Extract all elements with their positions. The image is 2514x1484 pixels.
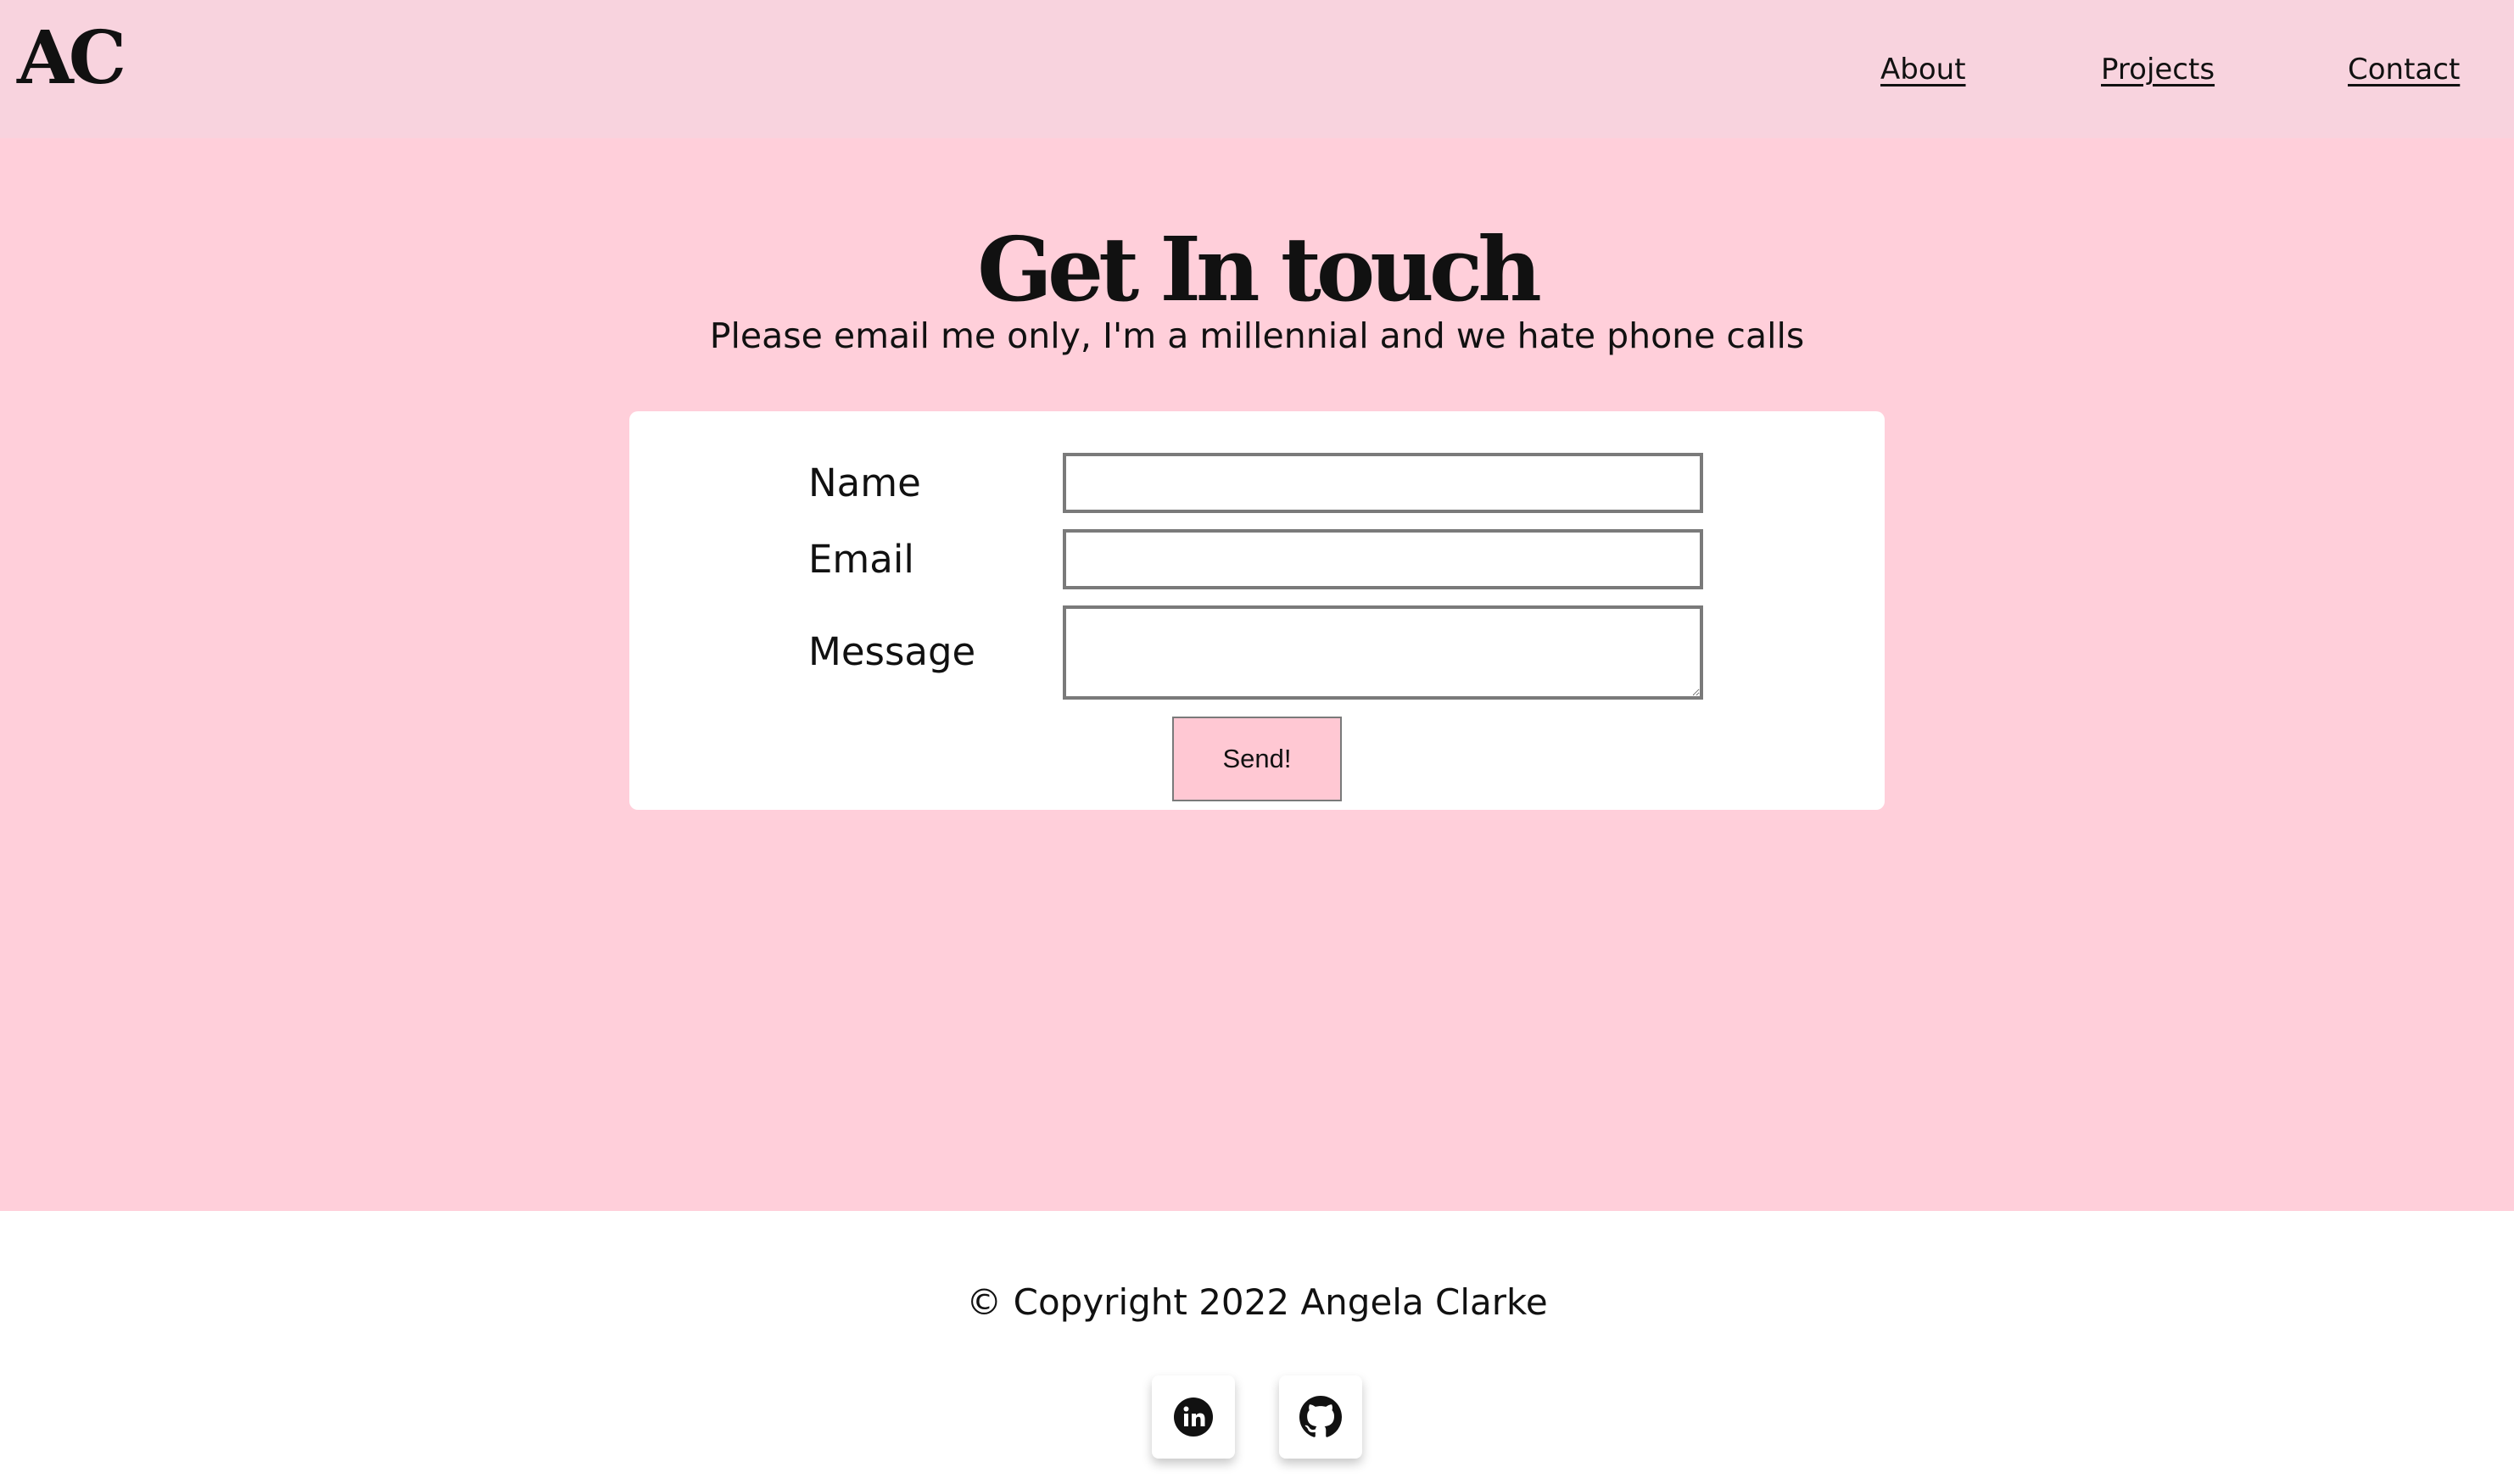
github-link[interactable] xyxy=(1279,1375,1362,1459)
github-icon xyxy=(1299,1396,1342,1438)
site-footer xyxy=(0,1211,2514,1484)
page-title: Get In touch xyxy=(977,216,1542,321)
page-subtitle: Please email me only, I'm a millennial a… xyxy=(709,315,1805,356)
copyright-text: © Copyright 2022 Angela Clarke xyxy=(966,1281,1548,1323)
message-label: Message xyxy=(808,629,976,674)
name-label: Name xyxy=(808,460,921,505)
nav-link-about[interactable]: About xyxy=(1880,53,1966,86)
linkedin-icon xyxy=(1173,1397,1214,1437)
site-logo[interactable]: AC xyxy=(17,22,126,95)
email-input[interactable] xyxy=(1063,529,1703,589)
site-header: AC About Projects Contact xyxy=(0,0,2514,138)
nav-link-projects[interactable]: Projects xyxy=(2101,53,2215,86)
send-button[interactable]: Send! xyxy=(1172,717,1342,801)
message-textarea[interactable] xyxy=(1063,605,1703,700)
name-input[interactable] xyxy=(1063,453,1703,513)
linkedin-link[interactable] xyxy=(1152,1375,1235,1459)
email-label: Email xyxy=(808,537,914,582)
nav-link-contact[interactable]: Contact xyxy=(2348,53,2460,86)
